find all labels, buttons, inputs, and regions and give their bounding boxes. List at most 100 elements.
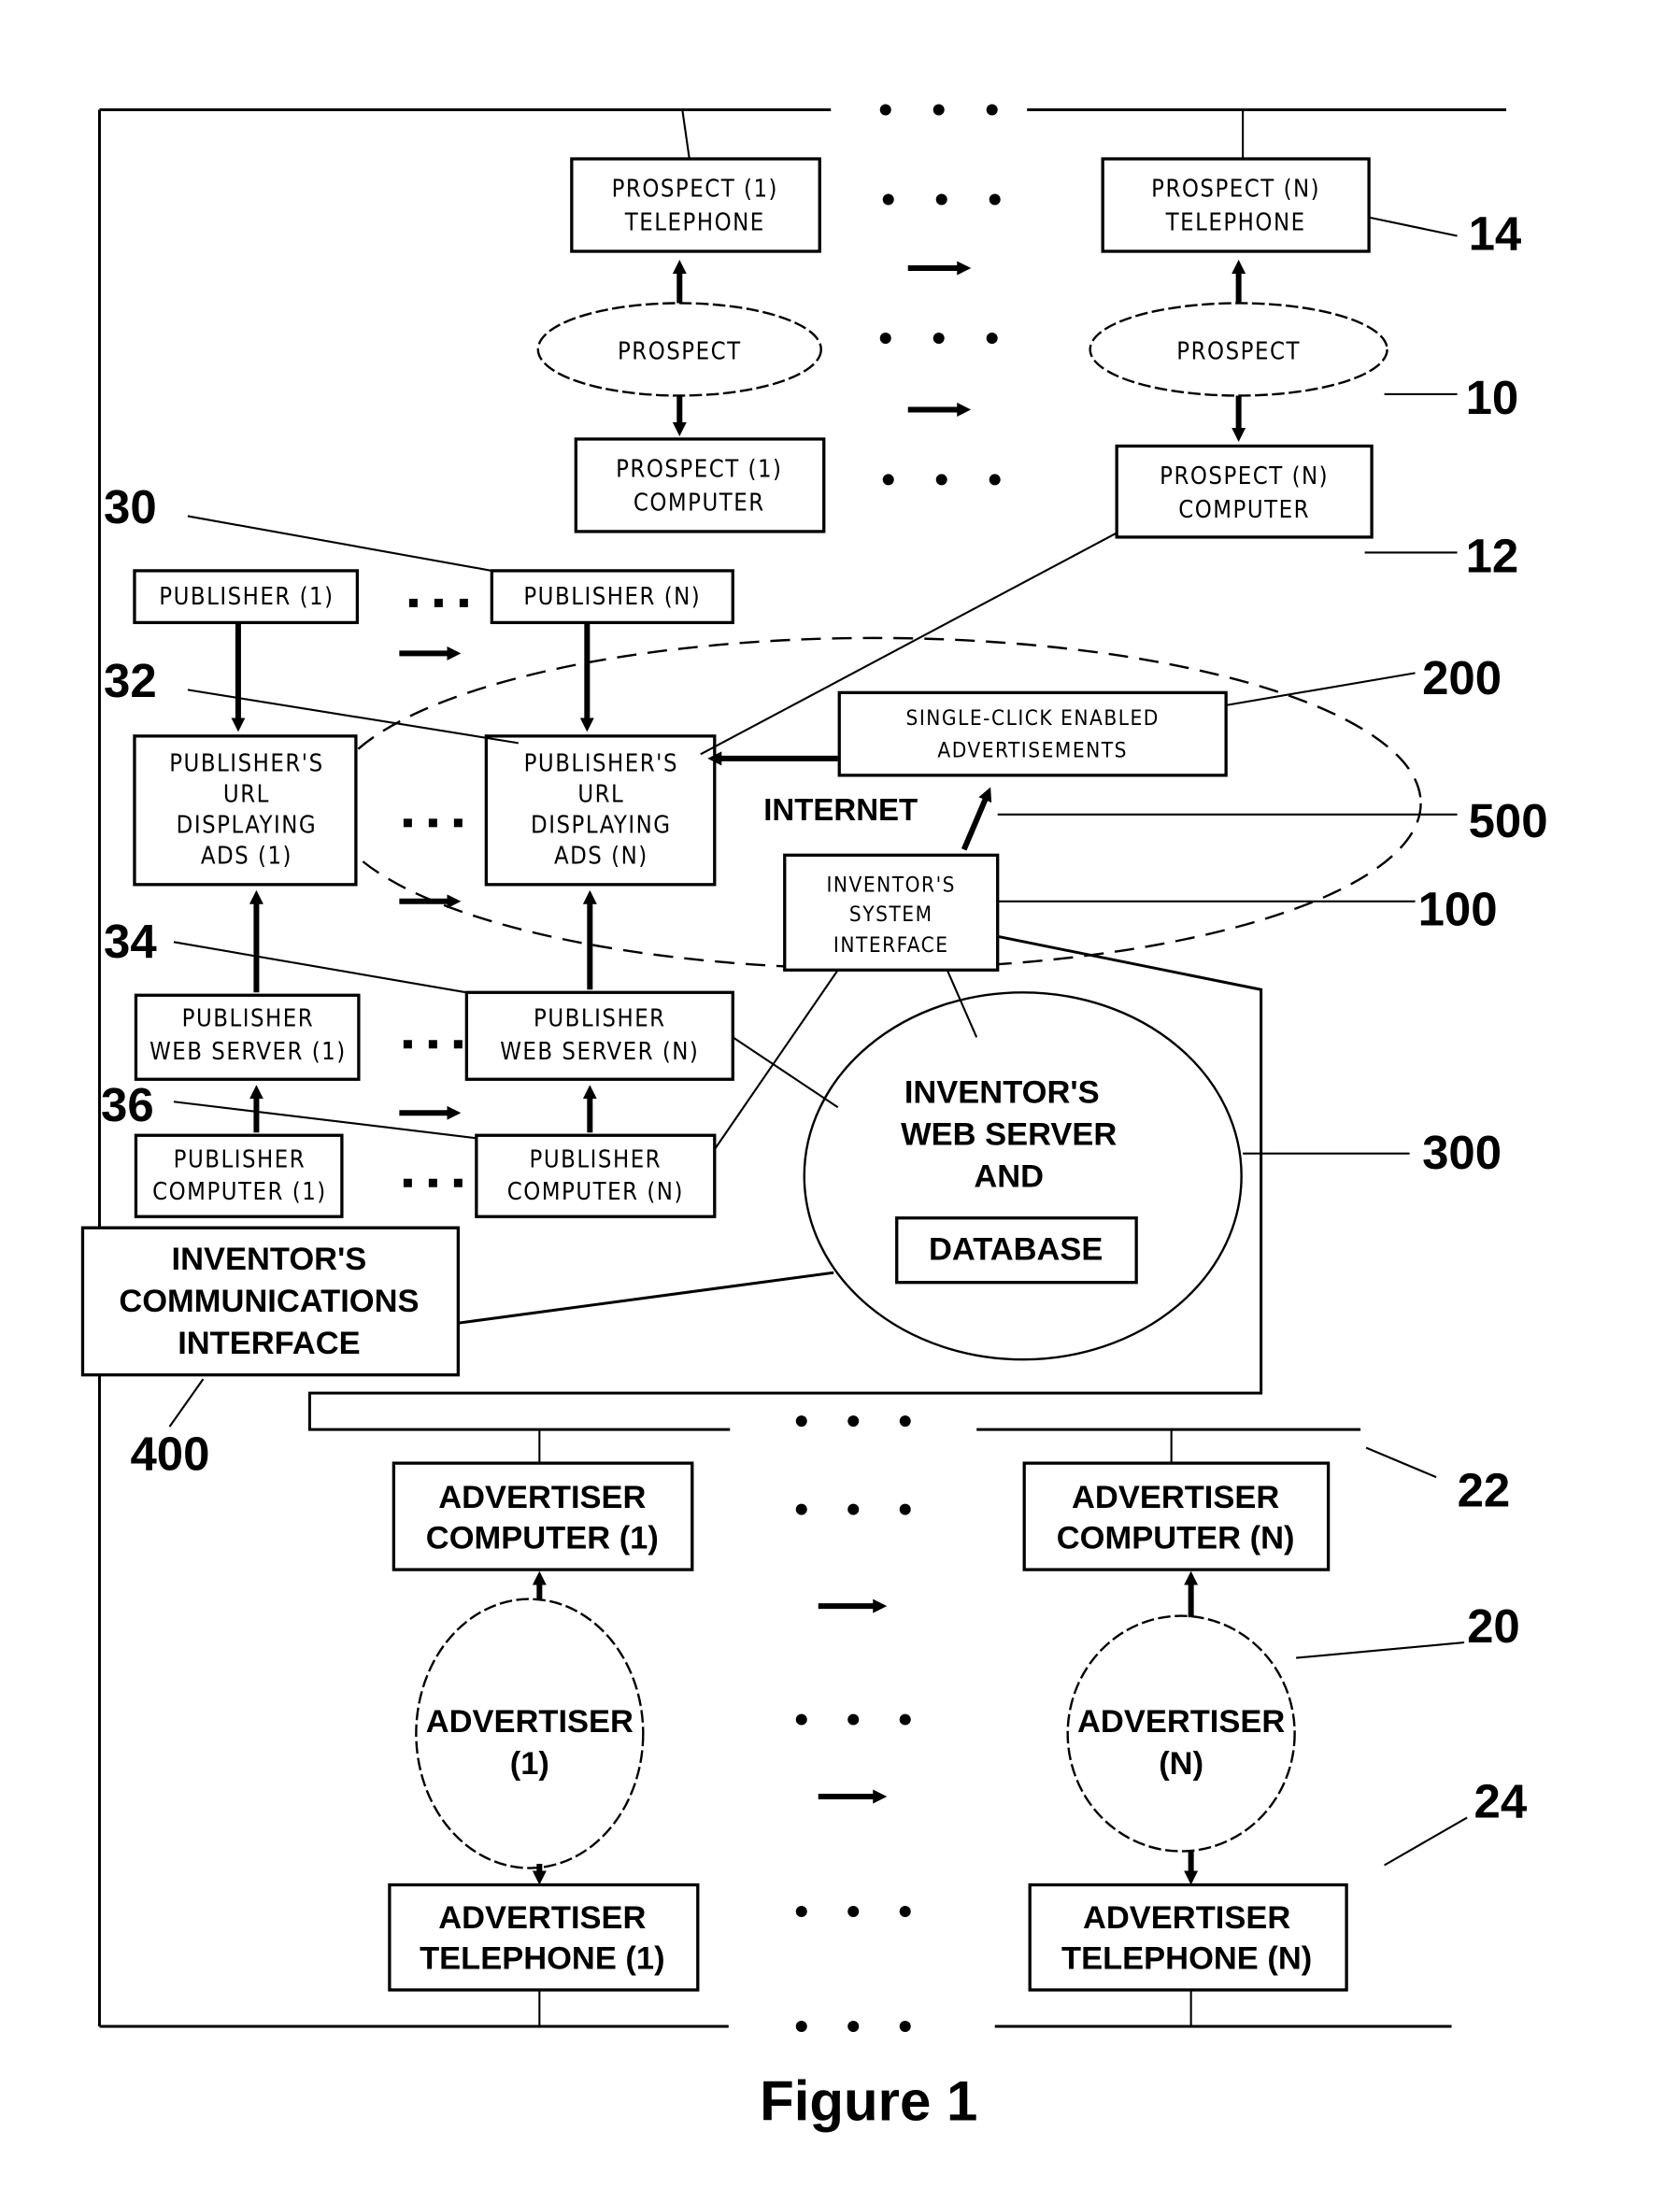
publisher-ellipsis-squares [403,598,468,1187]
prospect-n-computer-box: PROSPECT (N) COMPUTER [1115,444,1374,539]
pub-computer-1-line1: PUBLISHER [174,1146,306,1174]
prospect-1-ellipse: PROSPECT [536,302,822,397]
adv-computer-n-line2: COMPUTER (N) [1057,1521,1295,1556]
advertiser-1-circle: ADVERTISER (1) [415,1598,645,1869]
ref-100: 100 [1418,882,1498,935]
advertiser-1-line2: (1) [510,1746,549,1782]
publisher-n-label: PUBLISHER (N) [523,583,701,611]
inventor-web-server-circle: INVENTOR'S WEB SERVER AND [803,991,1243,1361]
database-label: DATABASE [929,1232,1103,1268]
web-server-n-line2: WEB SERVER (N) [500,1038,699,1066]
ref-34: 34 [104,915,157,968]
web-server-1-line2: WEB SERVER (1) [149,1038,347,1066]
ref-36: 36 [101,1078,154,1131]
url-1-line4: ADS (1) [201,842,292,870]
prospect-1-telephone-box: PROSPECT (1) TELEPHONE [570,157,821,253]
url-n-line4: ADS (N) [554,842,648,870]
adv-telephone-1-line2: TELEPHONE (1) [420,1940,665,1976]
adv-telephone-n-line1: ADVERTISER [1083,1900,1290,1936]
advertiser-bus-ellipsis [795,1415,911,1428]
ref-500: 500 [1469,794,1548,847]
web-server-line1: INVENTOR'S [904,1075,1100,1111]
internet-label: INTERNET [763,792,918,827]
publisher-computer-n-box: PUBLISHER COMPUTER (N) [475,1133,717,1218]
prospect-n-label: PROSPECT [1176,337,1301,365]
advertiser-computer-n-box: ADVERTISER COMPUTER (N) [1022,1461,1331,1571]
ref-300: 300 [1422,1126,1502,1179]
top-bus-ellipsis [879,104,998,116]
comm-iface-line3: INTERFACE [178,1326,360,1361]
comm-iface-line2: COMMUNICATIONS [119,1284,419,1319]
advertiser-n-circle: ADVERTISER (N) [1066,1614,1296,1853]
url-1-line2: URL [223,780,270,808]
bottom-bus-ellipsis [795,2020,911,2032]
bus-drop-prospect-1 [681,109,691,160]
prospect-n-ellipse: PROSPECT [1089,302,1388,397]
prospect-1-telephone-line1: PROSPECT (1) [612,176,778,204]
pub-computer-n-line1: PUBLISHER [530,1146,662,1174]
advertiser-n-line2: (N) [1159,1746,1203,1782]
ref-12: 12 [1466,529,1519,582]
adv-telephone-n-line2: TELEPHONE (N) [1061,1940,1312,1976]
publisher-1-box: PUBLISHER (1) [133,569,360,625]
adv-telephone-1-line1: ADVERTISER [438,1900,646,1936]
url-n-line2: URL [577,780,624,808]
ref-400: 400 [130,1428,209,1481]
prospect-n-telephone-line2: TELEPHONE [1165,209,1306,237]
adv-computer-1-line1: ADVERTISER [438,1480,646,1515]
ref-200: 200 [1422,651,1502,704]
communications-interface-box: INVENTOR'S COMMUNICATIONS INTERFACE [80,1226,461,1377]
ads-line2: ADVERTISEMENTS [937,738,1128,762]
advertiser-ellipsis-dots [795,1503,911,1918]
ref-22: 22 [1458,1464,1511,1517]
web-server-n-line1: PUBLISHER [534,1004,666,1032]
ref-32: 32 [104,654,157,707]
prospect-n-telephone-line1: PROSPECT (N) [1151,176,1320,204]
single-click-ads-box: SINGLE-CLICK ENABLED ADVERTISEMENTS [837,690,1228,777]
publisher-web-server-1-box: PUBLISHER WEB SERVER (1) [134,993,361,1081]
prospect-1-label: PROSPECT [618,337,742,365]
ref-14: 14 [1469,207,1522,261]
publisher-n-box: PUBLISHER (N) [490,569,734,625]
prospect-n-computer-line1: PROSPECT (N) [1160,462,1329,490]
web-server-line3: AND [974,1159,1044,1195]
system-interface-box: INVENTOR'S SYSTEM INTERFACE [783,853,1000,972]
sys-iface-line3: INTERFACE [833,933,949,958]
adv-computer-1-line2: COMPUTER (1) [426,1521,659,1556]
url-n-line1: PUBLISHER'S [524,749,678,777]
patent-figure: PROSPECT (1) TELEPHONE PROSPECT (N) TELE… [80,104,1548,2132]
url-n-line3: DISPLAYING [531,811,672,839]
web-server-line2: WEB SERVER [901,1117,1117,1153]
advertiser-telephone-1-box: ADVERTISER TELEPHONE (1) [388,1883,700,1992]
ads-line1: SINGLE-CLICK ENABLED [906,706,1160,731]
comm-iface-line1: INVENTOR'S [172,1242,367,1277]
sys-iface-line2: SYSTEM [849,902,933,927]
figure-caption: Figure 1 [760,2069,977,2132]
prospect-1-telephone-line2: TELEPHONE [624,209,765,237]
publisher-url-n-box: PUBLISHER'S URL DISPLAYING ADS (N) [484,734,717,887]
url-1-line3: DISPLAYING [177,811,318,839]
ref-30: 30 [104,480,157,533]
sys-iface-line1: INVENTOR'S [826,873,956,897]
ref-10: 10 [1466,371,1519,424]
publisher-url-1-box: PUBLISHER'S URL DISPLAYING ADS (1) [133,734,358,887]
advertiser-computer-1-box: ADVERTISER COMPUTER (1) [392,1461,694,1571]
prospect-ellipsis-dots [879,193,1001,486]
prospect-1-computer-box: PROSPECT (1) COMPUTER [574,437,826,533]
publisher-computer-1-box: PUBLISHER COMPUTER (1) [134,1133,344,1218]
ref-20: 20 [1467,1599,1520,1653]
pub-computer-n-line2: COMPUTER (N) [507,1178,684,1206]
publisher-web-server-n-box: PUBLISHER WEB SERVER (N) [464,990,734,1081]
database-box: DATABASE [895,1216,1138,1285]
publisher-1-label: PUBLISHER (1) [159,583,334,611]
ref-24: 24 [1474,1775,1528,1828]
pub-computer-1-line2: COMPUTER (1) [152,1178,327,1206]
prospect-1-computer-line2: COMPUTER [634,489,765,517]
prospect-n-computer-line2: COMPUTER [1178,496,1310,524]
adv-computer-n-line1: ADVERTISER [1072,1480,1279,1515]
prospect-1-computer-line1: PROSPECT (1) [616,455,782,483]
advertiser-telephone-n-box: ADVERTISER TELEPHONE (N) [1028,1883,1348,1992]
prospect-n-telephone-box: PROSPECT (N) TELEPHONE [1101,157,1371,253]
advertiser-n-line1: ADVERTISER [1077,1704,1285,1740]
url-1-line1: PUBLISHER'S [169,749,323,777]
